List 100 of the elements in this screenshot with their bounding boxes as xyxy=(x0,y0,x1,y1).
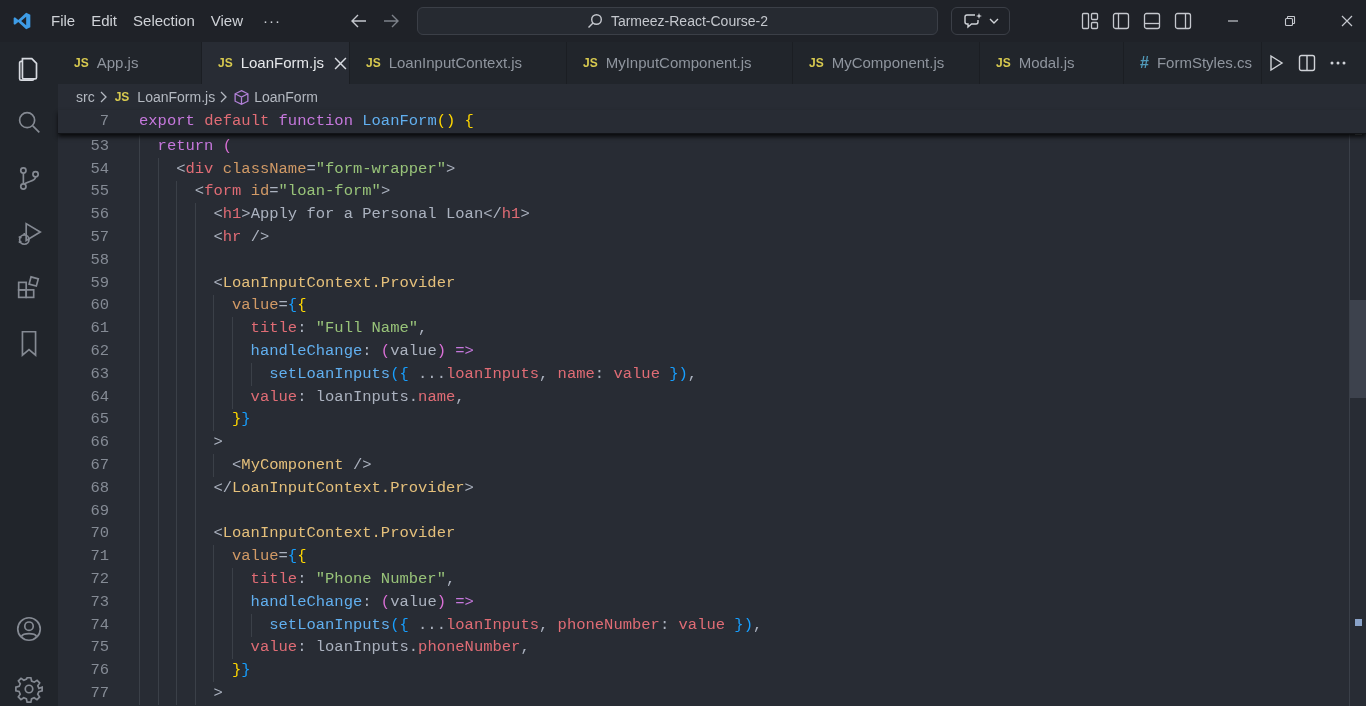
code-line: title: "Full Name", xyxy=(249,318,428,340)
line-number: 7 xyxy=(98,110,109,132)
gear-icon[interactable] xyxy=(14,674,44,704)
chat-sparkle-icon xyxy=(962,12,983,30)
line-number: 66 xyxy=(89,432,109,454)
line-number: 57 xyxy=(89,226,109,248)
sidebar-left-icon[interactable] xyxy=(1112,12,1130,30)
code-line: <h1>Apply for a Personal Loan</h1> xyxy=(212,204,530,226)
line-number: 76 xyxy=(89,660,109,682)
breadcrumb-item[interactable]: src xyxy=(76,86,95,108)
tab-label: MyInputComponent.js xyxy=(605,52,752,73)
code-line: </LoanInputContext.Provider> xyxy=(212,477,474,499)
file-type-label: # xyxy=(1140,53,1149,73)
line-number: 59 xyxy=(89,272,109,294)
line-number: 56 xyxy=(89,204,109,226)
editor-tab[interactable]: JS LoanForm.js xyxy=(202,42,350,84)
code-line: value={{ xyxy=(231,546,307,568)
code-line: > xyxy=(212,682,223,704)
back-arrow-icon[interactable] xyxy=(350,12,368,30)
chevron-right-icon xyxy=(98,91,107,103)
cube-icon xyxy=(233,88,251,106)
line-number: 54 xyxy=(89,158,109,180)
line-number: 74 xyxy=(89,614,109,636)
line-number: 71 xyxy=(89,546,109,568)
breadcrumb-item[interactable]: LoanForm.js xyxy=(137,86,216,108)
line-number: 65 xyxy=(89,409,109,431)
code-line: value: loanInputs.phoneNumber, xyxy=(249,637,530,659)
tab-label: FormStyles.cs xyxy=(1156,52,1252,73)
tab-label: LoanInputContext.js xyxy=(388,52,523,73)
chat-button[interactable] xyxy=(951,7,1010,35)
code-line: setLoanInputs({ ...loanInputs, phoneNumber: value }), xyxy=(268,614,763,636)
line-number: 55 xyxy=(89,181,109,203)
file-type-label: JS xyxy=(74,55,89,72)
menu-item[interactable]: File xyxy=(44,9,83,33)
run-icon[interactable] xyxy=(1268,54,1284,72)
sidebar-right-icon[interactable] xyxy=(1174,12,1192,30)
code-line: <LoanInputContext.Provider xyxy=(212,272,456,294)
line-number: 70 xyxy=(89,523,109,545)
forward-arrow-icon[interactable] xyxy=(382,12,400,30)
tab-label: App.js xyxy=(96,52,139,73)
line-number: 73 xyxy=(89,591,109,613)
tab-label: Modal.js xyxy=(1018,52,1075,73)
line-number: 63 xyxy=(89,363,109,385)
code-line: <MyComponent /> xyxy=(231,454,372,476)
line-number: 72 xyxy=(89,568,109,590)
code-line: value={{ xyxy=(231,295,307,317)
breadcrumb-item[interactable]: LoanForm xyxy=(254,86,318,108)
file-type-label: JS xyxy=(114,89,130,106)
line-number: 53 xyxy=(89,135,109,157)
code-line: }} xyxy=(231,660,251,682)
code-line: setLoanInputs({ ...loanInputs, name: value }), xyxy=(268,363,698,385)
line-number: 64 xyxy=(89,386,109,408)
more-actions-icon[interactable] xyxy=(1330,61,1346,65)
search-icon xyxy=(586,13,603,29)
tab-label: MyComponent.js xyxy=(831,52,945,73)
file-type-label: JS xyxy=(996,55,1011,72)
line-number: 77 xyxy=(89,682,109,704)
code-line: title: "Phone Number", xyxy=(249,568,456,590)
line-number: 75 xyxy=(89,637,109,659)
line-number: 58 xyxy=(89,249,109,271)
code-line: handleChange: (value) => xyxy=(249,340,474,362)
restore-icon[interactable] xyxy=(1284,15,1296,27)
search-field[interactable]: Tarmeez-React-Course-2 xyxy=(417,7,938,35)
file-type-label: JS xyxy=(218,55,233,72)
line-number: 68 xyxy=(89,477,109,499)
account-icon[interactable] xyxy=(14,614,44,644)
code-line: > xyxy=(212,432,223,454)
line-number: 62 xyxy=(89,340,109,362)
chevron-down-icon xyxy=(988,17,999,25)
tab-label: LoanForm.js xyxy=(240,52,325,73)
file-type-label: JS xyxy=(809,55,824,72)
line-number: 67 xyxy=(89,454,109,476)
line-number: 69 xyxy=(89,500,109,522)
menu-item[interactable]: View xyxy=(203,9,250,33)
chevron-right-icon xyxy=(219,91,228,103)
close-icon[interactable] xyxy=(1341,15,1353,27)
vscode-logo-icon xyxy=(12,11,32,31)
code-line: <LoanInputContext.Provider xyxy=(212,523,456,545)
overview-marker xyxy=(1355,619,1362,626)
line-number: 61 xyxy=(89,318,109,340)
code-line: <div className="form-wrapper"> xyxy=(175,158,456,180)
scrollbar-thumb[interactable] xyxy=(1350,300,1366,398)
code-line: }} xyxy=(231,409,251,431)
code-line: value: loanInputs.name, xyxy=(249,386,465,408)
code-line: <hr /> xyxy=(212,226,270,248)
file-type-label: JS xyxy=(583,55,598,72)
close-tab-icon[interactable] xyxy=(334,56,348,70)
menu-item[interactable]: Selection xyxy=(126,9,202,33)
file-type-label: JS xyxy=(366,55,381,72)
code-line: <form id="loan-form"> xyxy=(193,181,391,203)
search-text: Tarmeez-React-Course-2 xyxy=(610,11,769,31)
line-number: 60 xyxy=(89,295,109,317)
menu-item[interactable]: Edit xyxy=(84,9,125,33)
split-editor-icon[interactable] xyxy=(1298,54,1316,72)
layout-icon[interactable] xyxy=(1081,12,1099,30)
code-line: handleChange: (value) => xyxy=(249,591,474,613)
code-line: return ( xyxy=(156,135,233,157)
code-line: export default function LoanForm() { xyxy=(139,110,474,132)
panel-bottom-icon[interactable] xyxy=(1143,12,1161,30)
more-menu-button[interactable]: ··· xyxy=(256,9,288,33)
